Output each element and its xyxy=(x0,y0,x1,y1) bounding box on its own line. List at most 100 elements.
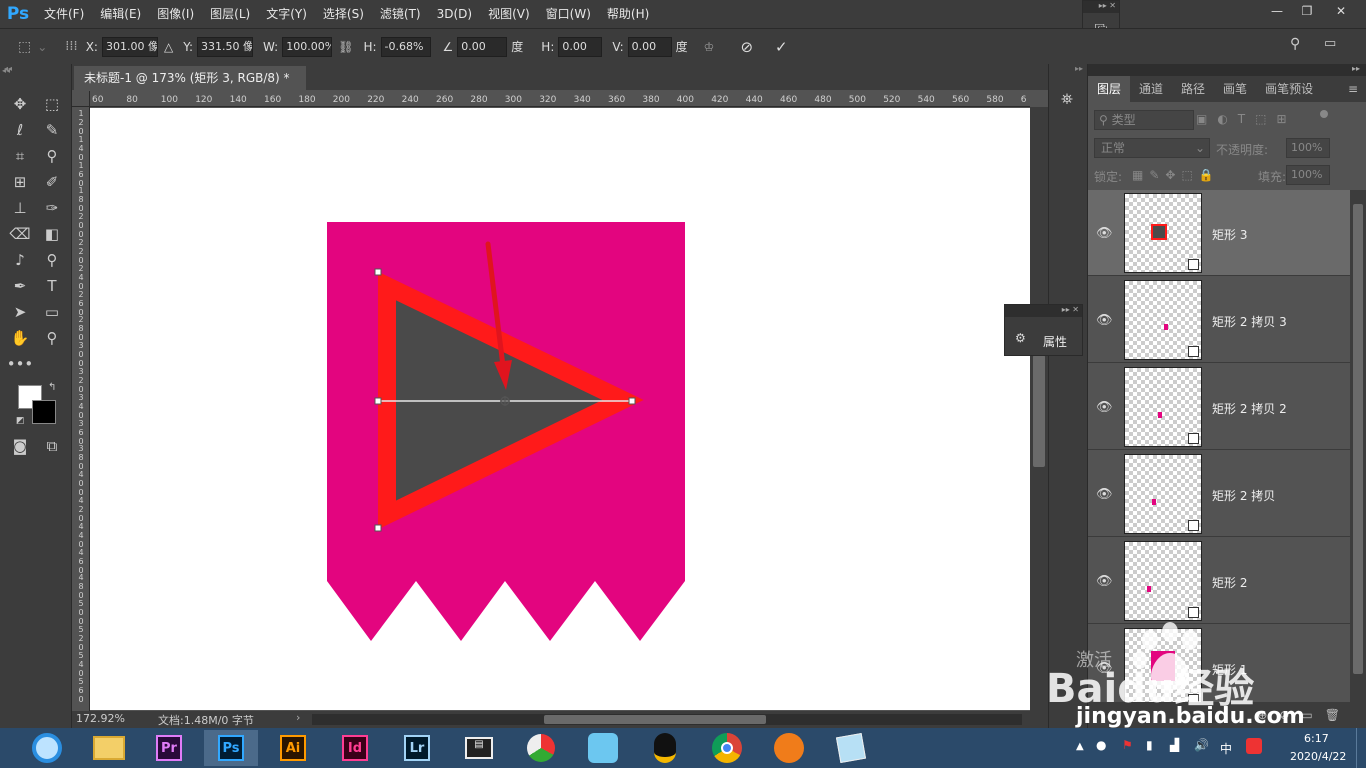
panel-menu-icon[interactable]: ≡ xyxy=(1348,76,1366,102)
layer-name[interactable]: 矩形 2 拷贝 2 xyxy=(1212,400,1287,417)
filter-type-icons[interactable]: ▣◐T⬚⊞ xyxy=(1196,112,1297,126)
horizontal-scrollbar[interactable] xyxy=(312,714,1022,725)
illustrator-icon[interactable]: Ai xyxy=(266,730,320,766)
tray-overflow-icon[interactable]: ▲ xyxy=(1076,741,1084,752)
horizontal-ruler[interactable]: 60 80 100 120 140 160 180 200 220 240 260 280 300 320… xyxy=(90,91,1030,107)
layer-row[interactable]: 👁 矩形 2 拷贝 3 xyxy=(1088,277,1350,363)
tab-layers[interactable]: 图层 xyxy=(1088,76,1131,102)
filter-toggle-icon[interactable] xyxy=(1320,110,1328,118)
height-field[interactable]: -0.68% xyxy=(380,36,431,57)
expand-icon[interactable]: ▸▸ xyxy=(1049,64,1087,74)
clock-date[interactable]: 2020/4/22 xyxy=(1290,750,1346,763)
handle-middle-left[interactable] xyxy=(374,397,382,405)
qq-icon[interactable] xyxy=(638,730,692,766)
clock-time[interactable]: 6:17 xyxy=(1304,732,1329,745)
blend-mode-select[interactable]: 正常 ⌄ xyxy=(1094,138,1210,158)
healing-tool-icon[interactable]: ⊞ xyxy=(6,170,34,194)
menu-file[interactable]: 文件(F) xyxy=(36,0,92,28)
quick-select-tool-icon[interactable]: ✎ xyxy=(38,118,66,142)
tab-paths[interactable]: 路径 xyxy=(1172,76,1214,102)
menu-type[interactable]: 文字(Y) xyxy=(258,0,315,28)
handle-bottom-left[interactable] xyxy=(374,524,382,532)
eyedropper-tool-icon[interactable]: ⚲ xyxy=(38,144,66,168)
handle-middle-right[interactable] xyxy=(628,397,636,405)
type-tool-icon[interactable]: T xyxy=(38,274,66,298)
rotate-field[interactable]: 0.00 xyxy=(457,36,508,57)
more-tools-icon[interactable]: ••• xyxy=(6,352,34,376)
volume-icon[interactable]: 🔊 xyxy=(1194,738,1209,752)
menu-layer[interactable]: 图层(L) xyxy=(202,0,258,28)
browser-app-icon[interactable] xyxy=(762,730,816,766)
history-brush-tool-icon[interactable]: ✑ xyxy=(38,196,66,220)
collapse-icon[interactable]: ◂◂ xyxy=(0,64,71,74)
show-desktop-button[interactable] xyxy=(1356,728,1366,768)
close-icon[interactable]: ▸▸ ✕ xyxy=(1005,305,1082,317)
x-field[interactable]: 301.00 像素 xyxy=(101,36,158,57)
zoom-tool-icon[interactable]: ⚲ xyxy=(38,326,66,350)
eye-icon[interactable]: 👁 xyxy=(1096,314,1114,327)
pen-tool-icon[interactable]: ✒ xyxy=(6,274,34,298)
layer-name[interactable]: 矩形 1 xyxy=(1212,661,1247,678)
stamp-tool-icon[interactable]: ⊥ xyxy=(6,196,34,220)
eraser-tool-icon[interactable]: ⌫ xyxy=(6,222,34,246)
blur-tool-icon[interactable]: ♪ xyxy=(6,248,34,272)
layers-footer-buttons[interactable]: ⊕⊘▭🗑 xyxy=(1088,702,1366,728)
battery-icon[interactable]: ▮ xyxy=(1146,738,1153,752)
layer-name[interactable]: 矩形 2 xyxy=(1212,574,1247,591)
layer-row[interactable]: 👁 矩形 2 拷贝 xyxy=(1088,451,1350,537)
lasso-tool-icon[interactable]: ℓ xyxy=(6,118,34,142)
layer-row[interactable]: 👁 矩形 2 拷贝 2 xyxy=(1088,364,1350,450)
ruler-origin[interactable] xyxy=(72,91,90,107)
chrome-icon[interactable] xyxy=(700,730,754,766)
collapse-icon[interactable]: ▸▸ ✕ xyxy=(1083,1,1119,13)
menu-help[interactable]: 帮助(H) xyxy=(599,0,657,28)
qq-tray-icon[interactable]: ● xyxy=(1096,738,1106,752)
chevron-down-icon[interactable]: ⌄ xyxy=(37,40,47,54)
tab-channels[interactable]: 通道 xyxy=(1130,76,1172,102)
menu-filter[interactable]: 滤镜(T) xyxy=(372,0,429,28)
move-tool-icon[interactable]: ✥ xyxy=(6,92,34,116)
layer-row[interactable]: 👁 矩形 2 xyxy=(1088,538,1350,624)
cancel-transform-icon[interactable]: ⊘ xyxy=(740,38,753,56)
layer-row[interactable]: 👁 矩形 1 xyxy=(1088,625,1350,702)
eye-icon[interactable]: 👁 xyxy=(1096,401,1114,414)
eye-icon[interactable]: 👁 xyxy=(1096,227,1114,240)
filter-kind-select[interactable]: ⚲ 类型 xyxy=(1094,110,1194,130)
handle-top-left[interactable] xyxy=(374,268,382,276)
notes-app-icon[interactable] xyxy=(824,730,878,766)
file-explorer-icon[interactable] xyxy=(82,730,136,766)
document-tab[interactable]: 未标题-1 @ 173% (矩形 3, RGB/8) * × xyxy=(74,66,306,109)
photoshop-icon[interactable]: Ps xyxy=(204,730,258,766)
gradient-tool-icon[interactable]: ◧ xyxy=(38,222,66,246)
vertical-scrollbar[interactable] xyxy=(1030,107,1048,711)
lock-icons[interactable]: ▦✎✥⬚🔒 xyxy=(1132,168,1220,182)
ime-indicator[interactable]: 中 xyxy=(1220,740,1232,757)
opacity-field[interactable]: 100% xyxy=(1286,138,1330,158)
warp-icon[interactable]: ♔ xyxy=(704,40,715,54)
y-field[interactable]: 331.50 像素 xyxy=(196,36,253,57)
properties-toggle-icon[interactable]: ⛯ xyxy=(1061,90,1073,108)
network-icon[interactable]: ▟ xyxy=(1170,738,1179,752)
sogou-ime-icon[interactable] xyxy=(1246,738,1262,754)
eye-icon[interactable]: 👁 xyxy=(1096,575,1114,588)
menu-select[interactable]: 选择(S) xyxy=(315,0,372,28)
indesign-icon[interactable]: Id xyxy=(328,730,382,766)
vertical-ruler[interactable]: 1 2 01 4 01 6 01 8 02 0 02 2 02 4 02 6 0… xyxy=(72,107,90,711)
layer-name[interactable]: 矩形 2 拷贝 xyxy=(1212,487,1275,504)
security-tray-icon[interactable]: ⚑ xyxy=(1122,738,1133,752)
minimize-icon[interactable]: — xyxy=(1262,0,1292,22)
commit-transform-icon[interactable]: ✓ xyxy=(775,38,788,56)
workspace-icon[interactable]: ▭ xyxy=(1324,36,1336,51)
background-color-swatch[interactable] xyxy=(32,400,56,424)
eye-icon[interactable]: 👁 xyxy=(1096,488,1114,501)
fill-field[interactable]: 100% xyxy=(1286,165,1330,185)
link-icon[interactable]: ⛓ xyxy=(338,40,353,54)
lightroom-icon[interactable]: Lr xyxy=(390,730,444,766)
vskew-field[interactable]: 0.00 xyxy=(627,36,672,57)
hskew-field[interactable]: 0.00 xyxy=(558,36,603,57)
search-icon[interactable]: ⚲ xyxy=(1290,36,1300,52)
quick-mask-icon[interactable]: ◙ xyxy=(6,434,34,458)
brush-tool-icon[interactable]: ✐ xyxy=(38,170,66,194)
scroll-thumb[interactable] xyxy=(1353,204,1363,674)
width-field[interactable]: 100.00% xyxy=(282,36,333,57)
